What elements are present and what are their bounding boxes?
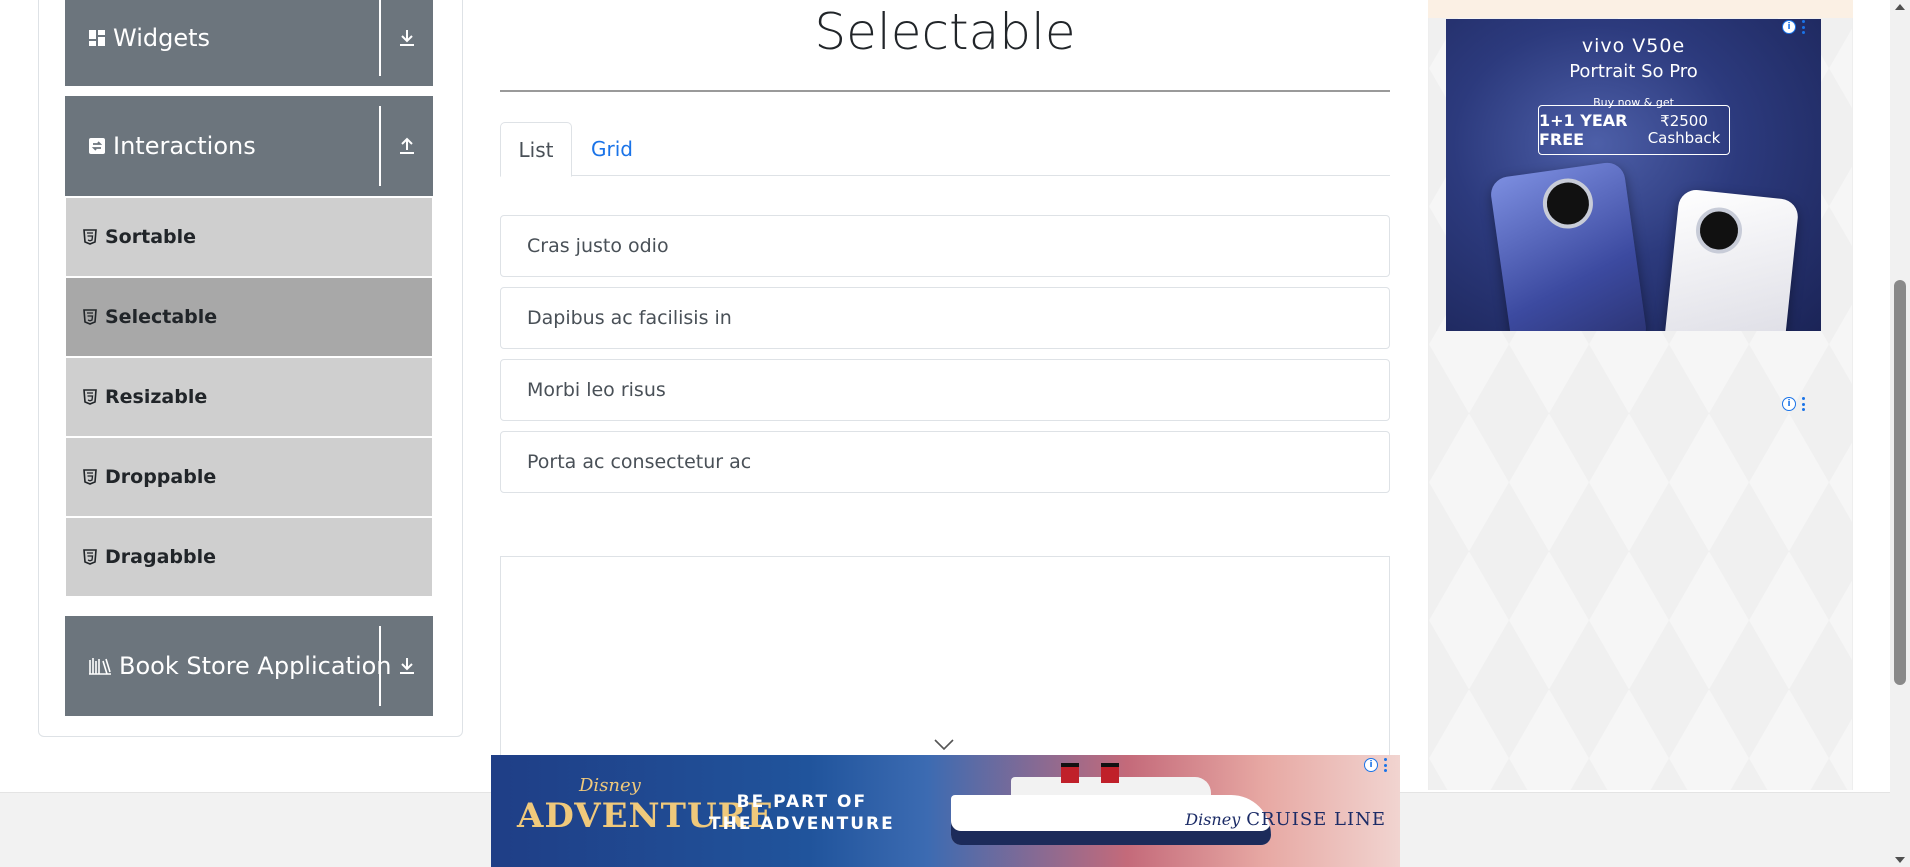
sidebar-group-label: Book Store Application	[119, 652, 392, 680]
sidebar-item-droppable[interactable]: Droppable	[66, 438, 432, 516]
sidebar-item-label: Selectable	[105, 306, 218, 328]
ad-offer-cashback: ₹2500 Cashback	[1647, 112, 1721, 147]
widgets-grid-icon	[87, 28, 107, 48]
info-icon[interactable]: i	[1782, 20, 1796, 34]
tab-list[interactable]: List	[500, 122, 572, 177]
ad-choices-badge[interactable]: i	[1782, 397, 1806, 411]
more-options-icon[interactable]	[1800, 397, 1806, 411]
download-arrow-icon[interactable]	[381, 0, 433, 86]
page: Widgets Interactions Sortable Selectable…	[0, 0, 1910, 867]
download-arrow-icon[interactable]	[381, 616, 433, 716]
info-icon[interactable]: i	[1364, 758, 1378, 772]
ad-slogan: BE PART OF THE ADVENTURE	[709, 791, 895, 835]
interactions-icon	[87, 136, 107, 156]
sidebar-group-label: Interactions	[113, 132, 256, 160]
sidebar-item-label: Droppable	[105, 466, 217, 488]
vivo-ad-banner[interactable]: vivo V50e Portrait So Pro Buy now & get …	[1446, 19, 1821, 331]
html5-icon	[83, 389, 97, 405]
html5-icon	[83, 229, 97, 245]
phone-image	[1662, 188, 1800, 331]
sidebar-item-selectable[interactable]: Selectable	[66, 278, 432, 356]
html5-icon	[83, 309, 97, 325]
more-options-icon[interactable]	[1800, 20, 1806, 34]
list-item[interactable]: Porta ac consectetur ac	[500, 431, 1390, 493]
list-item[interactable]: Dapibus ac facilisis in	[500, 287, 1390, 349]
more-options-icon[interactable]	[1382, 758, 1388, 772]
list-item[interactable]: Cras justo odio	[500, 215, 1390, 277]
ad-offer-free: 1+1 YEAR FREE	[1539, 111, 1628, 149]
sidebar-item-label: Dragabble	[105, 546, 216, 568]
sidebar-group-book-store[interactable]: Book Store Application	[65, 616, 433, 716]
sidebar-group-label: Widgets	[113, 24, 211, 52]
books-icon	[87, 656, 113, 676]
ad-tagline: Portrait So Pro	[1569, 61, 1698, 82]
ad-placeholder	[500, 556, 1390, 756]
title-divider	[500, 90, 1390, 92]
scroll-up-arrow-icon[interactable]	[1895, 4, 1905, 10]
ad-cruise-brand: Disney CRUISE LINE	[1185, 809, 1386, 830]
scrollbar-thumb[interactable]	[1894, 280, 1906, 685]
sidebar-item-resizable[interactable]: Resizable	[66, 358, 432, 436]
sidebar-group-widgets[interactable]: Widgets	[65, 0, 433, 86]
info-icon[interactable]: i	[1782, 397, 1796, 411]
html5-icon	[83, 549, 97, 565]
ad-slogan-line: BE PART OF	[736, 792, 868, 812]
upload-arrow-icon[interactable]	[381, 96, 433, 196]
ad-top-strip	[1428, 0, 1853, 18]
ship-funnel	[1061, 763, 1079, 783]
sidebar-item-label: Resizable	[105, 386, 208, 408]
sidebar-item-label: Sortable	[105, 226, 197, 248]
tab-bar: List Grid	[500, 122, 1390, 177]
sidebar-group-interactions[interactable]: Interactions	[65, 96, 433, 196]
phone-image	[1488, 160, 1649, 331]
html5-icon	[83, 469, 97, 485]
page-title: Selectable	[814, 3, 1076, 61]
ad-cruise-line: CRUISE LINE	[1246, 809, 1386, 830]
disney-ad-banner[interactable]: Disney ADVENTURE BE PART OF THE ADVENTUR…	[491, 755, 1400, 867]
sidebar-item-dragabble[interactable]: Dragabble	[66, 518, 432, 596]
tab-grid[interactable]: Grid	[572, 122, 652, 176]
ad-offer-box: 1+1 YEAR FREE ₹2500 Cashback	[1538, 105, 1730, 155]
sidebar-item-sortable[interactable]: Sortable	[66, 198, 432, 276]
ad-cruise-brand-top: Disney	[1185, 810, 1241, 829]
scrollbar[interactable]	[1890, 0, 1910, 867]
chevron-down-icon[interactable]	[933, 738, 955, 752]
ad-slogan-line: THE ADVENTURE	[709, 814, 895, 834]
ship-funnel	[1101, 763, 1119, 783]
ad-choices-badge[interactable]: i	[1364, 758, 1388, 772]
ad-brand: vivo V50e	[1581, 35, 1686, 57]
scroll-down-arrow-icon[interactable]	[1895, 857, 1905, 863]
list-item[interactable]: Morbi leo risus	[500, 359, 1390, 421]
ad-choices-badge[interactable]: i	[1782, 20, 1806, 34]
